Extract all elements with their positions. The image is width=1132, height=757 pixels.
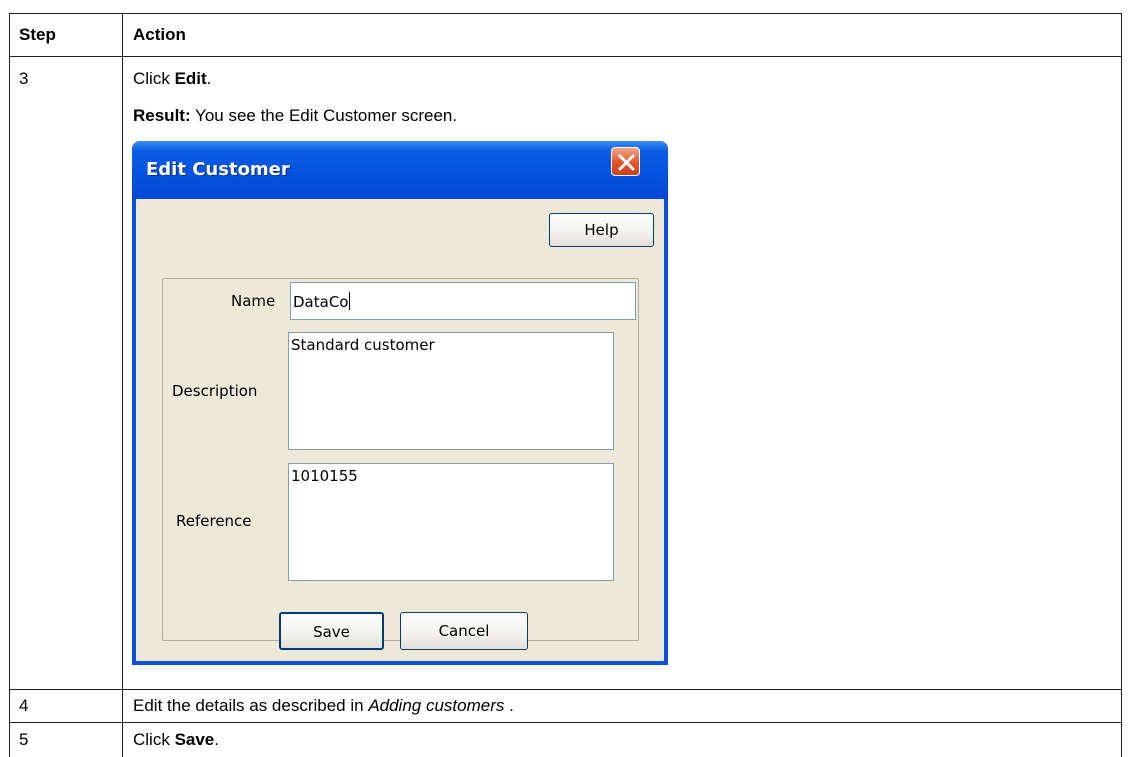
description-textarea[interactable]: Standard customer xyxy=(288,332,614,450)
step-number: 5 xyxy=(19,730,29,749)
instruction-text: Click Edit. xyxy=(133,69,211,89)
result-label: Result: xyxy=(133,106,191,125)
table-row-divider xyxy=(9,722,1122,723)
instruction-emphasis: Edit xyxy=(174,69,207,88)
save-button[interactable]: Save xyxy=(279,612,384,650)
cross-reference-link[interactable]: Adding customers xyxy=(368,696,504,715)
table-header-divider xyxy=(9,56,1122,57)
result-text: Result: You see the Edit Customer screen… xyxy=(133,106,457,126)
instruction-text: Edit the details as described in Adding … xyxy=(133,696,514,716)
instruction-prefix: Edit the details as described in xyxy=(133,696,369,715)
table-border-top xyxy=(9,13,1122,14)
table-border-right xyxy=(1121,13,1122,757)
column-header-action: Action xyxy=(133,25,186,44)
dialog-title: Edit Customer xyxy=(146,159,290,180)
instruction-emphasis: Save xyxy=(174,730,215,749)
instruction-prefix: Click xyxy=(133,730,175,749)
name-input[interactable]: DataCo xyxy=(290,282,636,320)
instruction-suffix: . xyxy=(504,696,514,715)
table-border-left xyxy=(9,13,10,757)
name-label: Name xyxy=(231,292,276,310)
dialog-titlebar: Edit Customer xyxy=(132,141,668,199)
name-value: DataCo xyxy=(293,293,349,311)
reference-label: Reference xyxy=(176,512,252,530)
result-description: You see the Edit Customer screen. xyxy=(190,106,458,125)
close-icon xyxy=(618,154,635,171)
step-number: 4 xyxy=(19,696,29,715)
dialog-content: Help Name DataCo Description Standard cu… xyxy=(136,199,664,661)
instruction-prefix: Click xyxy=(133,69,175,88)
column-header-step: Step xyxy=(19,25,56,44)
instruction-suffix: . xyxy=(214,730,219,749)
table-column-divider xyxy=(122,13,123,757)
description-label: Description xyxy=(172,382,258,400)
close-button[interactable] xyxy=(611,147,640,176)
step-number: 3 xyxy=(19,69,29,88)
text-caret xyxy=(349,292,351,310)
help-button[interactable]: Help xyxy=(549,213,654,247)
reference-textarea[interactable]: 1010155 xyxy=(288,463,614,581)
table-row-divider xyxy=(9,689,1122,690)
cancel-button[interactable]: Cancel xyxy=(400,612,528,650)
instruction-text: Click Save. xyxy=(133,730,219,750)
edit-customer-dialog: Edit Customer Help Name DataCo Descripti… xyxy=(132,141,668,665)
instruction-suffix: . xyxy=(206,69,212,88)
